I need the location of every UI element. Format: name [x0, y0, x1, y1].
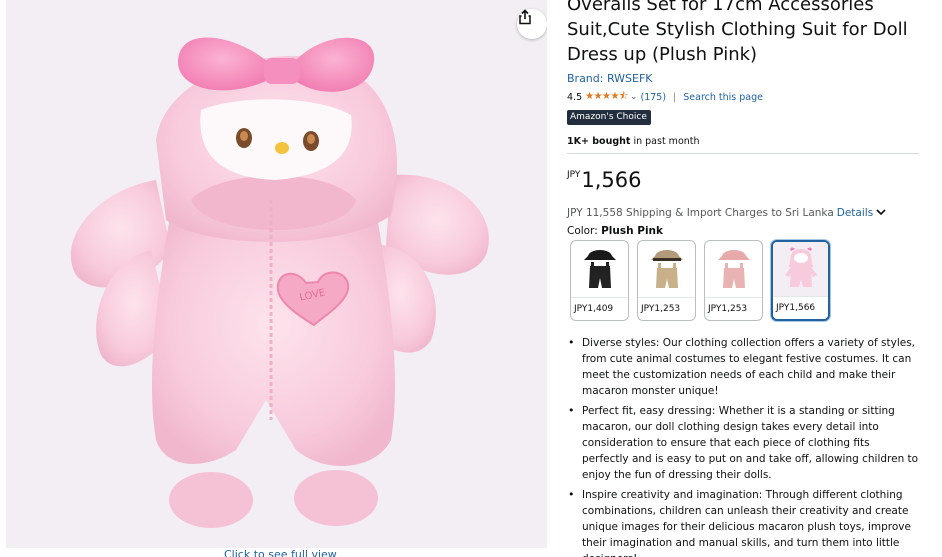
search-this-page-link[interactable]: Search this page	[683, 92, 763, 103]
color-selection-label: Color: Plush Pink	[567, 225, 663, 237]
shipping-details-link[interactable]: Details	[837, 207, 886, 219]
price-currency: JPY	[567, 170, 581, 180]
rating-separator: |	[673, 91, 677, 103]
product-title: Overalls Set for 17cm Accessories Suit,C…	[567, 0, 908, 65]
share-icon	[519, 9, 531, 25]
amazons-choice-badge: Amazon's Choice	[567, 110, 651, 125]
swatch-pink-overalls[interactable]: JPY1,253	[704, 240, 763, 321]
swatch-price: JPY1,253	[641, 304, 681, 314]
bought-count: 1K+ bought in past month	[567, 136, 700, 147]
rating-count-link[interactable]: (175)	[641, 92, 667, 103]
divider	[567, 153, 919, 154]
color-label: Color:	[567, 225, 602, 237]
price-amount: 1,566	[581, 168, 642, 192]
shipping-charges: JPY 11,558 Shipping & Import Charges to …	[567, 207, 886, 219]
details-label: Details	[836, 207, 874, 219]
star-rating-icon[interactable]: ★★★★⯪	[585, 89, 628, 106]
feature-bullet: Perfect fit, easy dressing: Whether it i…	[567, 403, 919, 483]
feature-bullet: Inspire creativity and imagination: Thro…	[567, 487, 919, 557]
beige-overalls-icon	[650, 250, 683, 288]
bought-strong: 1K+ bought	[567, 136, 631, 147]
plush-pink-suit-photo: LOVE	[6, 0, 547, 548]
swatch-thumb	[571, 241, 628, 298]
bought-rest: in past month	[630, 136, 700, 147]
swatch-thumb	[773, 242, 828, 297]
swatch-plush-pink[interactable]: JPY1,566	[771, 240, 830, 321]
swatch-beige-overalls[interactable]: JPY1,253	[637, 240, 696, 321]
pink-overalls-icon	[717, 250, 750, 288]
chevron-down-icon[interactable]: ⌄	[630, 92, 638, 102]
color-value: Plush Pink	[601, 225, 664, 237]
swatch-thumb	[638, 241, 695, 298]
swatch-price: JPY1,566	[776, 303, 816, 313]
shipping-text: JPY 11,558 Shipping & Import Charges to …	[567, 207, 834, 219]
rating-value: 4.5	[567, 91, 583, 103]
share-button[interactable]	[517, 9, 547, 39]
swatch-black-overalls[interactable]: JPY1,409	[570, 240, 629, 321]
price: JPY 1,566	[567, 166, 642, 194]
feature-bullets: Diverse styles: Our clothing collection …	[567, 335, 919, 557]
swatch-thumb	[705, 241, 762, 298]
feature-bullet: Diverse styles: Our clothing collection …	[567, 335, 919, 399]
plush-pink-suit-icon	[784, 247, 817, 287]
see-full-view-link[interactable]: Click to see full view	[224, 548, 337, 557]
color-swatches: JPY1,409 JPY1,253 JPY1,253 JPY1,566	[570, 240, 830, 321]
swatch-price: JPY1,409	[574, 304, 614, 314]
black-overalls-icon	[583, 250, 616, 288]
rating-row: 4.5 ★★★★⯪ ⌄ (175) | Search this page	[567, 90, 763, 104]
chevron-down-icon	[876, 209, 886, 216]
swatch-price: JPY1,253	[708, 304, 748, 314]
brand-link[interactable]: Brand: RWSEFK	[567, 72, 653, 85]
product-main-image[interactable]: LOVE	[6, 0, 547, 548]
